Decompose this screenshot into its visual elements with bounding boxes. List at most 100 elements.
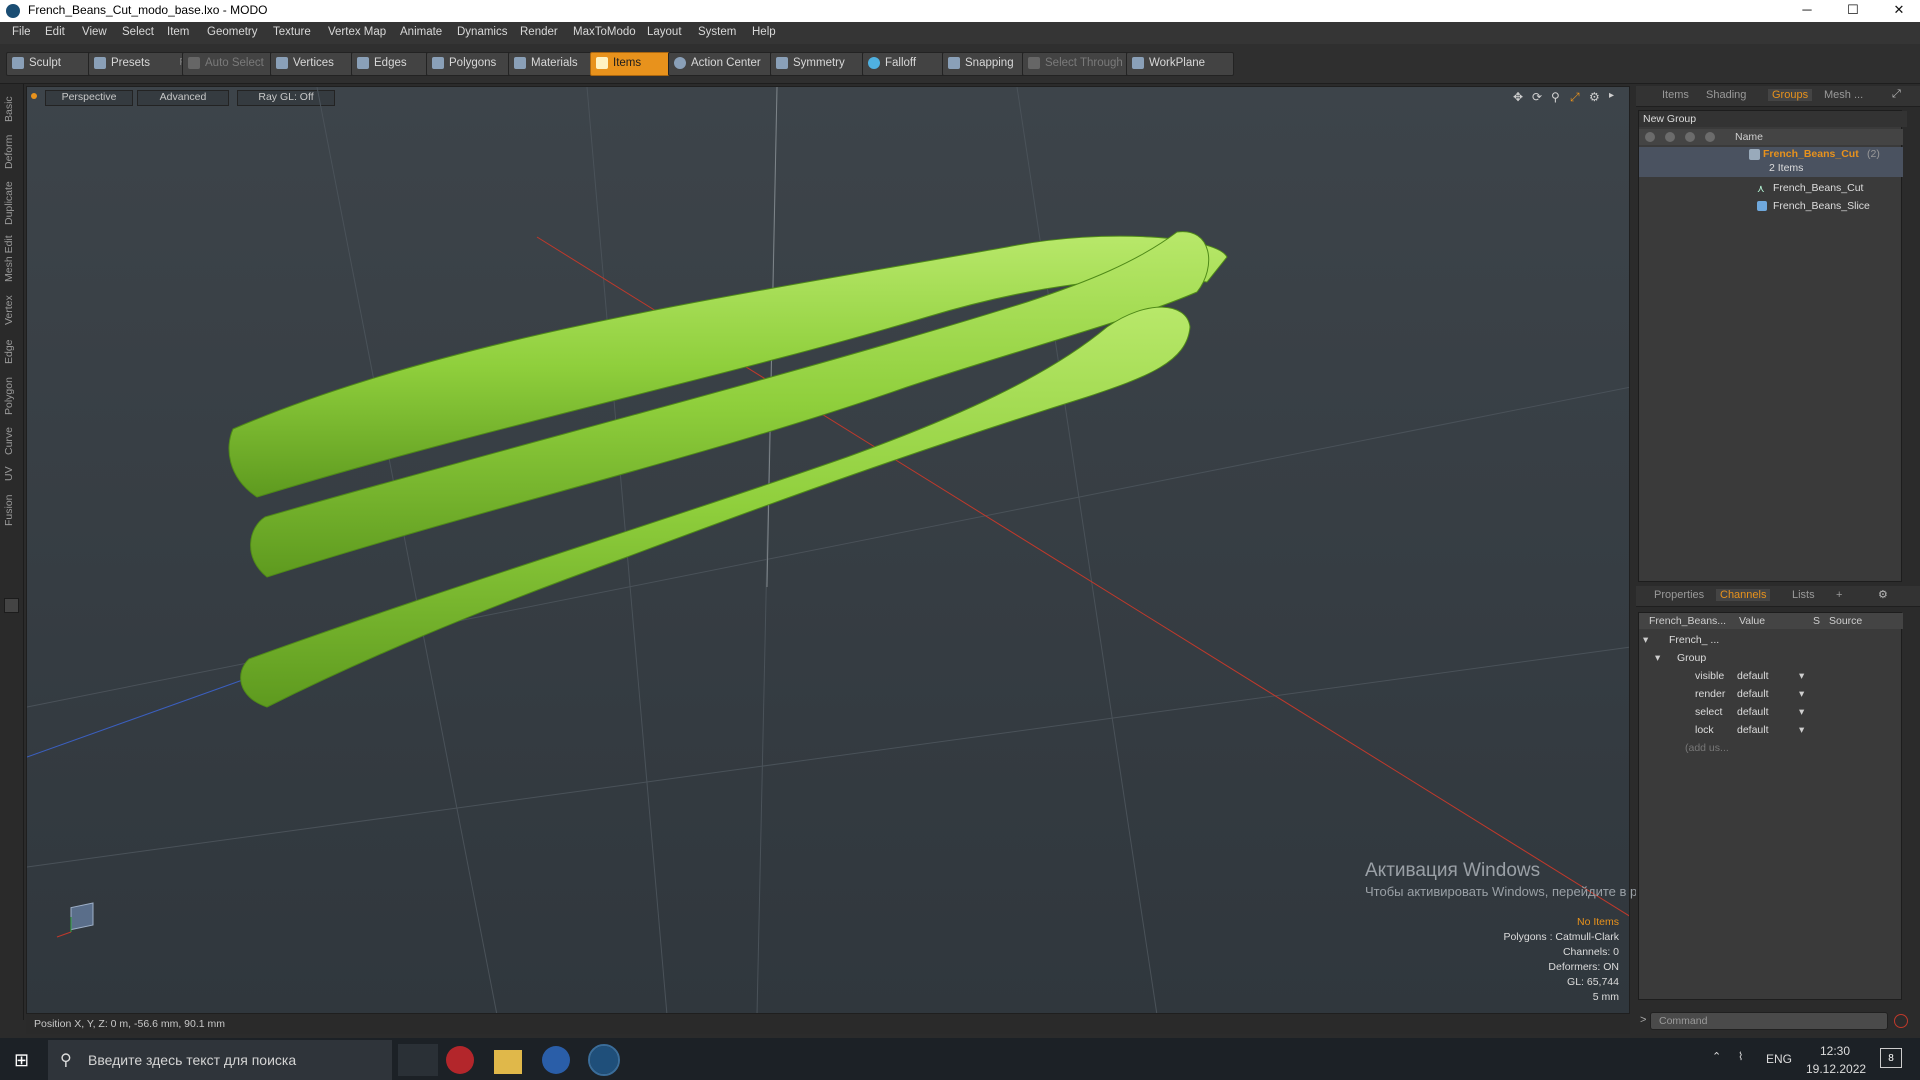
menu-geometry[interactable]: Geometry — [207, 26, 258, 38]
presets-icon — [94, 57, 106, 69]
window-title: French_Beans_Cut_modo_base.lxo - MODO — [28, 3, 268, 17]
mesh-item-icon: ⋏ — [1757, 183, 1765, 195]
tab-curve[interactable]: Curve — [3, 424, 20, 458]
menu-animate[interactable]: Animate — [400, 26, 442, 38]
tab-vertex[interactable]: Vertex — [3, 290, 20, 330]
lock-header-icon — [1665, 132, 1675, 142]
command-input[interactable]: Command — [1650, 1012, 1888, 1030]
tab-basic[interactable]: Basic — [3, 92, 20, 126]
workplane-button[interactable]: WorkPlane — [1126, 52, 1234, 76]
tab-mesh[interactable]: Mesh ... — [1824, 89, 1863, 101]
menu-dynamics[interactable]: Dynamics — [457, 26, 507, 38]
group-child-row[interactable]: ⋏ French_Beans_Cut — [1639, 181, 1903, 197]
channel-value[interactable]: default — [1737, 670, 1769, 682]
falloff-icon — [868, 57, 880, 69]
modo-taskbar-icon[interactable] — [588, 1044, 620, 1076]
tab-polygon[interactable]: Polygon — [3, 374, 20, 418]
add-tab-button[interactable]: + — [1836, 589, 1842, 601]
channel-value[interactable]: default — [1737, 688, 1769, 700]
command-history-icon[interactable] — [1894, 1014, 1908, 1028]
menu-maxtomodo[interactable]: MaxToModo — [573, 26, 636, 38]
opera-browser-icon[interactable] — [446, 1046, 474, 1074]
task-view-icon[interactable] — [398, 1044, 438, 1076]
channel-row[interactable]: visible default ▾ — [1639, 669, 1903, 685]
channel-row[interactable]: lock default ▾ — [1639, 723, 1903, 739]
tab-duplicate[interactable]: Duplicate — [3, 178, 20, 228]
clock-time[interactable]: 12:30 — [1820, 1044, 1850, 1058]
presets-button[interactable]: PresetsF6 — [88, 52, 196, 76]
expand-arrow-icon[interactable]: ▾ — [1643, 634, 1648, 646]
channel-row[interactable]: render default ▾ — [1639, 687, 1903, 703]
channels-header: French_Beans... Value S Source — [1639, 613, 1903, 629]
tab-mesh-edit[interactable]: Mesh Edit — [3, 234, 20, 284]
menu-help[interactable]: Help — [752, 26, 776, 38]
menu-item[interactable]: Item — [167, 26, 189, 38]
menu-render[interactable]: Render — [520, 26, 558, 38]
menu-system[interactable]: System — [698, 26, 736, 38]
cinema4d-app-icon[interactable] — [542, 1046, 570, 1074]
menu-vertex-map[interactable]: Vertex Map — [328, 26, 386, 38]
language-indicator[interactable]: ENG — [1766, 1052, 1792, 1066]
group-name: French_Beans_Cut — [1763, 148, 1859, 160]
main-toolbar: Sculpt PresetsF6 Auto Select Vertices1 E… — [0, 44, 1920, 84]
show-hidden-icons-icon[interactable]: ⌃ — [1712, 1050, 1721, 1063]
channel-root-row[interactable]: ▾ French_ ... — [1639, 633, 1903, 649]
tab-edge[interactable]: Edge — [3, 336, 20, 368]
taskbar-search-input[interactable]: Введите здесь текст для поиска — [48, 1040, 392, 1080]
tab-fusion[interactable]: Fusion — [3, 490, 20, 530]
tab-properties[interactable]: Properties — [1654, 589, 1704, 601]
visibility-header-icon — [1645, 132, 1655, 142]
dropdown-arrow-icon[interactable]: ▾ — [1799, 724, 1804, 736]
tab-uv[interactable]: UV — [3, 464, 20, 484]
menu-view[interactable]: View — [82, 26, 107, 38]
tab-shading[interactable]: Shading — [1706, 89, 1746, 101]
menu-edit[interactable]: Edit — [45, 26, 65, 38]
expand-arrow-icon[interactable]: ▾ — [1655, 652, 1660, 664]
channel-row[interactable]: select default ▾ — [1639, 705, 1903, 721]
title-bar: French_Beans_Cut_modo_base.lxo - MODO ─ … — [0, 0, 1920, 22]
menu-file[interactable]: File — [12, 26, 31, 38]
menu-layout[interactable]: Layout — [647, 26, 682, 38]
menu-select[interactable]: Select — [122, 26, 154, 38]
symmetry-icon — [776, 57, 788, 69]
file-explorer-icon[interactable] — [494, 1050, 522, 1074]
child-name: French_Beans_Cut — [1773, 182, 1864, 194]
panel-settings-icon[interactable]: ⚙ — [1878, 588, 1888, 601]
tab-deform[interactable]: Deform — [3, 132, 20, 172]
close-button[interactable]: ✕ — [1876, 0, 1920, 22]
tab-items[interactable]: Items — [1662, 89, 1689, 101]
group-child-row[interactable]: French_Beans_Slice — [1639, 199, 1903, 215]
polygons-icon — [432, 57, 444, 69]
dropdown-arrow-icon[interactable]: ▾ — [1799, 706, 1804, 718]
groups-list: New Group Name French_Beans_Cut (2) 2 It… — [1638, 110, 1907, 582]
channel-group-row[interactable]: ▾ Group — [1639, 651, 1903, 667]
panel-expand-icon[interactable]: ⤢ — [1892, 88, 1901, 101]
viewport-info-hud: No Items Polygons : Catmull-Clark Channe… — [1503, 915, 1619, 1005]
value-column-header: Value — [1739, 615, 1766, 627]
group-count: (2) — [1867, 148, 1880, 160]
minimize-button[interactable]: ─ — [1784, 0, 1830, 22]
child-name: French_Beans_Slice — [1773, 200, 1870, 212]
network-icon[interactable]: ⌇ — [1738, 1050, 1743, 1063]
notifications-icon[interactable]: 8 — [1880, 1048, 1902, 1068]
maximize-button[interactable]: ☐ — [1830, 0, 1876, 22]
select-header-icon — [1705, 132, 1715, 142]
add-user-channel-row[interactable]: (add us... — [1639, 741, 1903, 757]
hud-channels: Channels: 0 — [1562, 946, 1619, 958]
channel-value[interactable]: default — [1737, 724, 1769, 736]
windows-start-icon[interactable]: ⊞ — [14, 1050, 29, 1071]
search-icon: ⚲ — [60, 1052, 72, 1069]
top-panel-tabs: Items Shading Groups Mesh ... ⤢ — [1636, 86, 1920, 107]
group-row[interactable]: French_Beans_Cut (2) 2 Items — [1639, 147, 1903, 177]
tab-channels[interactable]: Channels — [1716, 589, 1771, 601]
tab-groups[interactable]: Groups — [1768, 89, 1813, 101]
left-panel-toggle[interactable] — [4, 598, 19, 613]
dropdown-arrow-icon[interactable]: ▾ — [1799, 670, 1804, 682]
dropdown-arrow-icon[interactable]: ▾ — [1799, 688, 1804, 700]
menu-texture[interactable]: Texture — [273, 26, 311, 38]
clock-date[interactable]: 19.12.2022 — [1806, 1062, 1866, 1076]
workplane-icon — [1132, 57, 1144, 69]
new-group-button[interactable]: New Group — [1639, 111, 1907, 127]
tab-lists[interactable]: Lists — [1792, 589, 1815, 601]
channel-value[interactable]: default — [1737, 706, 1769, 718]
